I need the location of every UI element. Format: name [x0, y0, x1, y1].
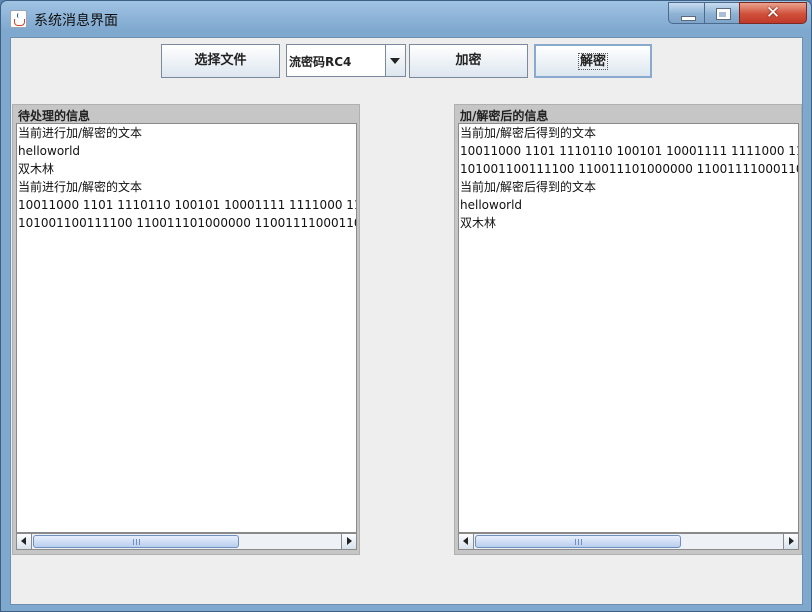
result-info-textarea[interactable]: 当前加/解密后得到的文本 10011000 1101 1110110 10010… — [458, 123, 799, 533]
decrypt-button[interactable]: 解密 — [534, 44, 652, 78]
minimize-button[interactable] — [668, 2, 705, 24]
java-coffee-cup-icon[interactable] — [10, 10, 27, 28]
app-window: 系统消息界面 ✕ 选择文件 流密码RC4 加密 解密 待处理的信息 当前进行加/… — [0, 0, 812, 612]
text-line: 双木林 — [18, 162, 55, 176]
select-file-button[interactable]: 选择文件 — [161, 44, 280, 78]
text-line: 双木林 — [460, 216, 497, 230]
result-info-panel: 加/解密后的信息 当前加/解密后得到的文本 10011000 1101 1110… — [454, 104, 802, 555]
arrow-left-icon[interactable] — [17, 534, 32, 549]
text-line: 10011000 1101 1110110 100101 10001111 11… — [18, 198, 357, 212]
title-bar[interactable]: 系统消息界面 ✕ — [1, 1, 811, 37]
client-area: 选择文件 流密码RC4 加密 解密 待处理的信息 当前进行加/解密的文本 hel… — [10, 37, 803, 605]
text-line: helloworld — [460, 198, 523, 212]
text-line: 当前加/解密后得到的文本 — [460, 180, 597, 194]
pending-info-title: 待处理的信息 — [18, 109, 91, 123]
text-line: 101001100111100 110011101000000 11001111… — [460, 162, 799, 176]
text-line: 当前加/解密后得到的文本 — [460, 126, 597, 140]
select-file-label: 选择文件 — [194, 53, 247, 68]
text-line: 101001100111100 110011101000000 11001111… — [18, 216, 357, 230]
chevron-down-icon[interactable] — [385, 45, 405, 76]
window-title: 系统消息界面 — [34, 13, 118, 29]
result-info-title: 加/解密后的信息 — [460, 109, 549, 123]
scrollbar-thumb[interactable] — [33, 535, 239, 548]
text-line: helloworld — [18, 144, 81, 158]
result-info-hscrollbar[interactable] — [458, 533, 799, 550]
arrow-left-icon[interactable] — [459, 534, 474, 549]
minimize-icon — [681, 16, 696, 21]
text-line: 10011000 1101 1110110 100101 10001111 11… — [460, 144, 799, 158]
encrypt-label: 加密 — [455, 53, 482, 68]
pending-info-hscrollbar[interactable] — [16, 533, 357, 550]
pending-info-panel: 待处理的信息 当前进行加/解密的文本 helloworld 双木林 当前进行加/… — [12, 104, 360, 555]
decrypt-label: 解密 — [577, 53, 608, 70]
cipher-select[interactable]: 流密码RC4 — [286, 44, 406, 77]
text-line: 当前进行加/解密的文本 — [18, 126, 143, 140]
close-icon: ✕ — [765, 3, 781, 23]
arrow-right-icon[interactable] — [341, 534, 356, 549]
scrollbar-thumb[interactable] — [475, 535, 681, 548]
maximize-icon — [716, 8, 731, 20]
arrow-right-icon[interactable] — [783, 534, 798, 549]
pending-info-textarea[interactable]: 当前进行加/解密的文本 helloworld 双木林 当前进行加/解密的文本 1… — [16, 123, 357, 533]
encrypt-button[interactable]: 加密 — [409, 44, 528, 78]
cipher-select-value: 流密码RC4 — [289, 55, 352, 69]
maximize-button[interactable] — [704, 2, 740, 24]
text-line: 当前进行加/解密的文本 — [18, 180, 143, 194]
close-button[interactable]: ✕ — [739, 2, 807, 24]
